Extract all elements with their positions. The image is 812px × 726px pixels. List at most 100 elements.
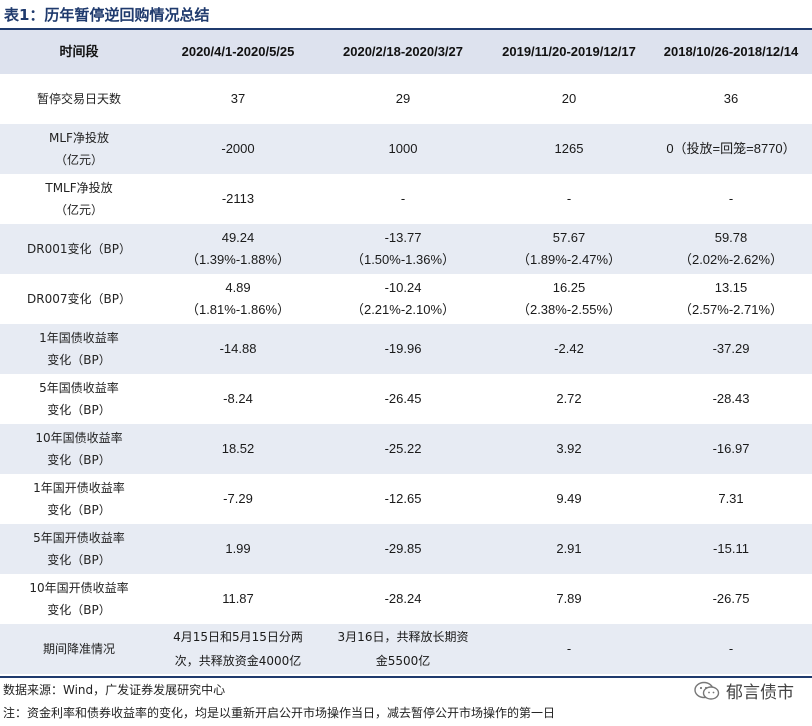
row-label-line: 1年国开债收益率 — [33, 481, 125, 495]
cell-line: -28.24 — [384, 591, 422, 606]
row-label-line: 5年国债收益率 — [39, 381, 119, 395]
table-cell: 4.89 （1.81%-1.86%） — [158, 274, 318, 324]
table-title: 表1：历年暂停逆回购情况总结 — [4, 6, 210, 24]
table-cell: 0（投放=回笼=8770） — [650, 124, 812, 174]
table-cell: -2000 — [158, 124, 318, 174]
footnote: 注：资金利率和债券收益率的变化，均是以重新开启公开市场操作当日，减去暂停公开市场… — [3, 706, 556, 720]
data-source: 数据来源：Wind，广发证券发展研究中心 — [3, 683, 226, 697]
table-cell: -14.88 — [158, 324, 318, 374]
table-cell: 1265 — [488, 124, 650, 174]
footer: 数据来源：Wind，广发证券发展研究中心 注：资金利率和债券收益率的变化，均是以… — [0, 676, 812, 726]
row-label: 1年国开债收益率 变化（BP） — [0, 474, 158, 524]
table-row: 1年国债收益率 变化（BP） -14.88 -19.96 -2.42 -37.29 — [0, 324, 812, 374]
row-label-line: 10年国债收益率 — [35, 431, 123, 445]
table-row: DR001变化（BP） 49.24 （1.39%-1.88%） -13.77 （1.50… — [0, 224, 812, 274]
row-label-line: 5年国开债收益率 — [33, 531, 125, 545]
cell-line: 29 — [395, 91, 411, 106]
table-cell: - — [488, 624, 650, 674]
table-cell: -26.75 — [650, 574, 812, 624]
table-cell: -2.42 — [488, 324, 650, 374]
table-cell: - — [488, 174, 650, 224]
cell-line: 57.67 — [552, 230, 586, 245]
cell-line: -37.29 — [712, 341, 750, 356]
cell-line: 7.89 — [556, 591, 582, 606]
row-label: 暂停交易日天数 — [0, 74, 158, 124]
cell-line: -26.45 — [384, 391, 422, 406]
cell-line: -16.97 — [712, 441, 750, 456]
cell-line: 次，共释放资金4000亿 — [174, 654, 302, 668]
table-cell: 29 — [318, 74, 488, 124]
table-cell: 4月15日和5月15日分两 次，共释放资金4000亿 — [158, 624, 318, 674]
cell-line: -28.43 — [712, 391, 750, 406]
cell-line: 0（投放=回笼=8770） — [666, 141, 796, 156]
table-cell: 59.78 （2.02%-2.62%） — [650, 224, 812, 274]
cell-line: （2.38%-2.55%） — [516, 302, 622, 317]
table-cell: 49.24 （1.39%-1.88%） — [158, 224, 318, 274]
row-label-line: TMLF净投放 — [45, 181, 113, 195]
row-label-line: 变化（BP） — [47, 453, 111, 467]
cell-line: 1000 — [388, 141, 418, 156]
row-label-line: DR007变化（BP） — [27, 292, 131, 306]
header-col-3: 2019/11/20-2019/12/17 — [488, 30, 650, 74]
table-cell: -29.85 — [318, 524, 488, 574]
title-bar: 表1：历年暂停逆回购情况总结 — [0, 0, 812, 30]
row-label: 期间降准情况 — [0, 624, 158, 674]
row-label-line: 变化（BP） — [47, 503, 111, 517]
table-row: TMLF净投放 （亿元） -2113 - - - — [0, 174, 812, 224]
row-label: 10年国开债收益率 变化（BP） — [0, 574, 158, 624]
header-col-4: 2018/10/26-2018/12/14 — [650, 30, 812, 74]
row-label-line: 暂停交易日天数 — [36, 92, 121, 106]
row-label-line: DR001变化（BP） — [27, 242, 131, 256]
header-col-1: 2020/4/1-2020/5/25 — [158, 30, 318, 74]
cell-line: 9.49 — [556, 491, 582, 506]
row-label-line: 变化（BP） — [47, 353, 111, 367]
table-row: 1年国开债收益率 变化（BP） -7.29 -12.65 9.49 7.31 — [0, 474, 812, 524]
table-cell: -25.22 — [318, 424, 488, 474]
cell-line: 2.72 — [556, 391, 582, 406]
table-cell: 11.87 — [158, 574, 318, 624]
cell-line: - — [566, 191, 572, 206]
cell-line: 4.89 — [225, 280, 251, 295]
cell-line: （1.81%-1.86%） — [185, 302, 291, 317]
table-cell: 2.91 — [488, 524, 650, 574]
cell-line: -2000 — [221, 141, 255, 156]
row-label: 5年国开债收益率 变化（BP） — [0, 524, 158, 574]
row-label: 10年国债收益率 变化（BP） — [0, 424, 158, 474]
cell-line: - — [728, 642, 734, 656]
row-label-line: （亿元） — [54, 153, 103, 167]
row-label-line: 变化（BP） — [47, 553, 111, 567]
table-cell: -15.11 — [650, 524, 812, 574]
table-cell: -2113 — [158, 174, 318, 224]
row-label-line: 变化（BP） — [47, 603, 111, 617]
table-cell: -19.96 — [318, 324, 488, 374]
cell-line: - — [400, 191, 406, 206]
table-cell: -16.97 — [650, 424, 812, 474]
table-cell: 7.31 — [650, 474, 812, 524]
table-cell: 18.52 — [158, 424, 318, 474]
header-col-2: 2020/2/18-2020/3/27 — [318, 30, 488, 74]
cell-line: 59.78 — [714, 230, 748, 245]
table-cell: 3月16日，共释放长期资 金5500亿 — [318, 624, 488, 674]
table-cell: -13.77 （1.50%-1.36%） — [318, 224, 488, 274]
table-row: DR007变化（BP） 4.89 （1.81%-1.86%） -10.24 （2.21%… — [0, 274, 812, 324]
table-cell: -7.29 — [158, 474, 318, 524]
table-cell: 57.67 （1.89%-2.47%） — [488, 224, 650, 274]
row-label: TMLF净投放 （亿元） — [0, 174, 158, 224]
cell-line: 3.92 — [556, 441, 582, 456]
row-label-line: 10年国开债收益率 — [29, 581, 129, 595]
table-cell: 3.92 — [488, 424, 650, 474]
cell-line: 2.91 — [556, 541, 582, 556]
table-cell: -28.24 — [318, 574, 488, 624]
table-cell: 36 — [650, 74, 812, 124]
table-cell: -10.24 （2.21%-2.10%） — [318, 274, 488, 324]
table-row: 10年国债收益率 变化（BP） 18.52 -25.22 3.92 -16.97 — [0, 424, 812, 474]
table-cell: -26.45 — [318, 374, 488, 424]
cell-line: -12.65 — [384, 491, 422, 506]
cell-line: 20 — [561, 91, 577, 106]
table-row: 暂停交易日天数 37 29 20 36 — [0, 74, 812, 124]
cell-line: （1.89%-2.47%） — [516, 252, 622, 267]
cell-line: （1.39%-1.88%） — [185, 252, 291, 267]
cell-line: -13.77 — [384, 230, 422, 245]
table-cell: 13.15 （2.57%-2.71%） — [650, 274, 812, 324]
cell-line: （2.21%-2.10%） — [350, 302, 456, 317]
